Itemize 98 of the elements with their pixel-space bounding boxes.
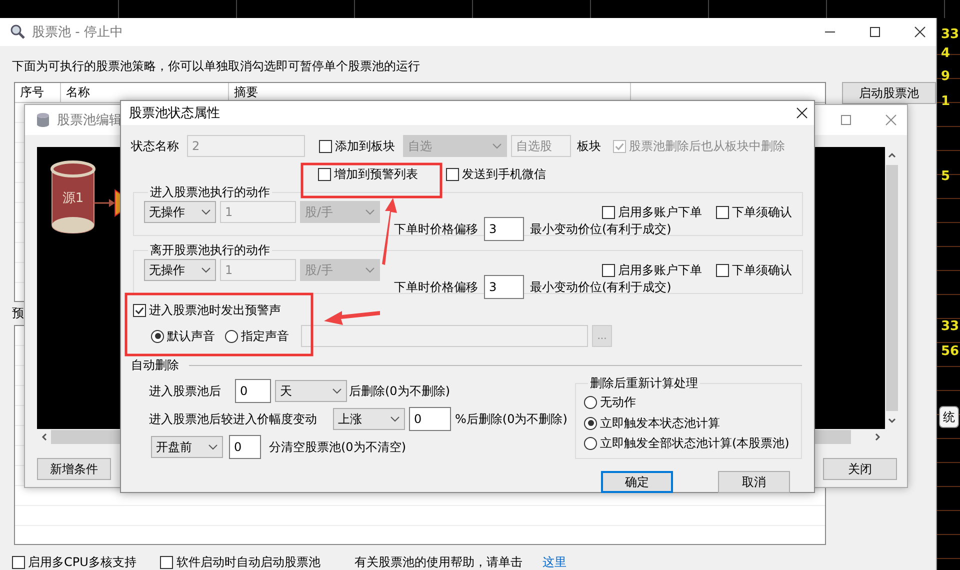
radio-button[interactable] (151, 330, 164, 342)
input-field[interactable]: 0 (235, 379, 271, 403)
dropdown[interactable]: 无操作 (144, 259, 216, 281)
group-title: 离开股票池执行的动作 (149, 242, 271, 259)
checkbox[interactable] (319, 140, 332, 152)
close-icon[interactable] (914, 26, 926, 38)
maximize-icon[interactable] (869, 26, 881, 38)
input-field[interactable]: 0 (409, 407, 451, 431)
caret-icon (208, 444, 218, 450)
price-value: 33 (941, 320, 960, 334)
field-label: 分清空股票池(0为不清空) (269, 438, 406, 456)
checkbox-label: 下单须确认 (732, 204, 792, 220)
group-title: 删除后重新计算处理 (589, 375, 699, 392)
chevron-left-icon[interactable] (39, 432, 49, 442)
radio-label: 默认声音 (167, 328, 215, 344)
radio-label: 立即触发全部状态池计算(本股票池) (600, 435, 790, 452)
section-title: 自动删除 (131, 356, 179, 374)
window-title: 股票池编辑 (57, 112, 122, 129)
radio-button[interactable] (584, 396, 597, 409)
caret-icon (332, 388, 342, 394)
checkbox-label: 启用多账户下单 (618, 262, 702, 278)
close-button[interactable]: 关闭 (823, 458, 897, 480)
field-label: 下单时价格偏移 (394, 220, 478, 238)
checkbox[interactable] (716, 206, 729, 218)
caret-icon (365, 267, 375, 273)
field-label: 板块 (577, 138, 601, 154)
cancel-button[interactable]: 取消 (718, 471, 790, 493)
node-label: 源1 (62, 191, 84, 206)
checkbox-label: 下单须确认 (732, 262, 792, 278)
chevron-down-icon[interactable] (887, 416, 897, 426)
checkbox-label: 增加到预警列表 (334, 166, 418, 182)
field-label: 下单时价格偏移 (394, 278, 478, 296)
price-value: 56 (941, 345, 960, 359)
database-icon (35, 112, 51, 128)
dropdown[interactable]: 无操作 (144, 201, 216, 223)
start-pool-button[interactable]: 启动股票池 (842, 82, 936, 104)
field-label: 后删除(0为不删除) (349, 382, 450, 400)
checkbox-label: 添加到板块 (335, 138, 395, 154)
radio-button[interactable] (225, 330, 238, 342)
field-label: %后删除(0为不删除) (455, 410, 568, 428)
field-label: 进入股票池后 (149, 382, 222, 400)
radio-label: 无动作 (600, 394, 636, 411)
radio-label: 指定声音 (241, 328, 289, 344)
checkbox-label: 发送到手机微信 (462, 166, 546, 182)
section-label: 预 (12, 305, 24, 321)
dropdown[interactable]: 开盘前 (151, 436, 223, 458)
checkbox[interactable] (318, 168, 331, 180)
price-value: 9 (941, 70, 950, 84)
checkbox-label: 股票池删除后也从板块中删除 (629, 138, 785, 154)
help-link[interactable]: 这里 (542, 554, 566, 570)
checkbox[interactable] (446, 168, 459, 180)
radio-label: 立即触发本状态池计算 (600, 414, 720, 432)
field-label: 最小变动价位(有利于成交) (530, 220, 672, 238)
dropdown[interactable]: 上涨 (333, 408, 405, 430)
checkbox[interactable] (133, 304, 146, 317)
add-condition-button[interactable]: 新增条件 (37, 458, 111, 480)
caret-icon (390, 416, 400, 422)
input-field[interactable]: 3 (484, 217, 524, 241)
group-title: 进入股票池执行的动作 (149, 184, 271, 201)
radio-button[interactable] (584, 416, 597, 430)
field-label: 进入股票池后较进入价幅度变动 (149, 410, 318, 428)
checkbox[interactable] (602, 264, 615, 276)
window-title: 股票池 - 停止中 (32, 24, 123, 41)
price-value: 33 (941, 28, 960, 42)
chevron-up-icon[interactable] (887, 150, 897, 160)
checkbox[interactable] (602, 206, 615, 218)
cylinder-drawing[interactable] (50, 160, 96, 234)
caret-icon (365, 209, 375, 215)
annotation-arrow (324, 311, 380, 325)
input-field[interactable]: 0 (229, 435, 261, 459)
caret-icon (492, 143, 502, 149)
price-value: 4 (941, 47, 950, 61)
chevron-right-icon[interactable] (873, 432, 883, 442)
caret-icon (201, 267, 211, 273)
field-label: 状态名称 (131, 138, 180, 154)
checkbox-label: 进入股票池时发出预警声 (149, 302, 281, 319)
checkbox[interactable] (160, 556, 174, 568)
stat-button[interactable]: 统 (939, 406, 959, 428)
checkbox[interactable] (12, 556, 25, 568)
magnifier-icon (10, 24, 26, 40)
radio-button[interactable] (584, 437, 597, 450)
checkbox[interactable] (716, 264, 729, 276)
caret-icon (201, 209, 211, 215)
checkbox-label: 启用多账户下单 (618, 204, 702, 220)
dropdown[interactable]: 天 (275, 380, 347, 402)
field-label: 最小变动价位(有利于成交) (530, 278, 672, 296)
help-text: 有关股票池的使用帮助，请单击 (354, 554, 522, 570)
checkbox-label: 启用多CPU多核支持 (28, 554, 136, 570)
dialog-title: 股票池状态属性 (129, 105, 220, 122)
price-value: 5 (941, 170, 950, 184)
price-value: 1 (941, 95, 950, 109)
column-header[interactable]: 序号 (15, 83, 61, 102)
arrow-icon (94, 199, 115, 207)
close-icon[interactable] (796, 107, 808, 119)
checkbox-label: 软件启动时自动启动股票池 (176, 554, 320, 570)
instruction-text: 下面为可执行的股票池策略，你可以单独取消勾选即可暂停单个股票池的运行 (12, 58, 421, 74)
ok-button[interactable]: 确定 (601, 471, 673, 493)
input-field[interactable]: 3 (484, 275, 524, 299)
